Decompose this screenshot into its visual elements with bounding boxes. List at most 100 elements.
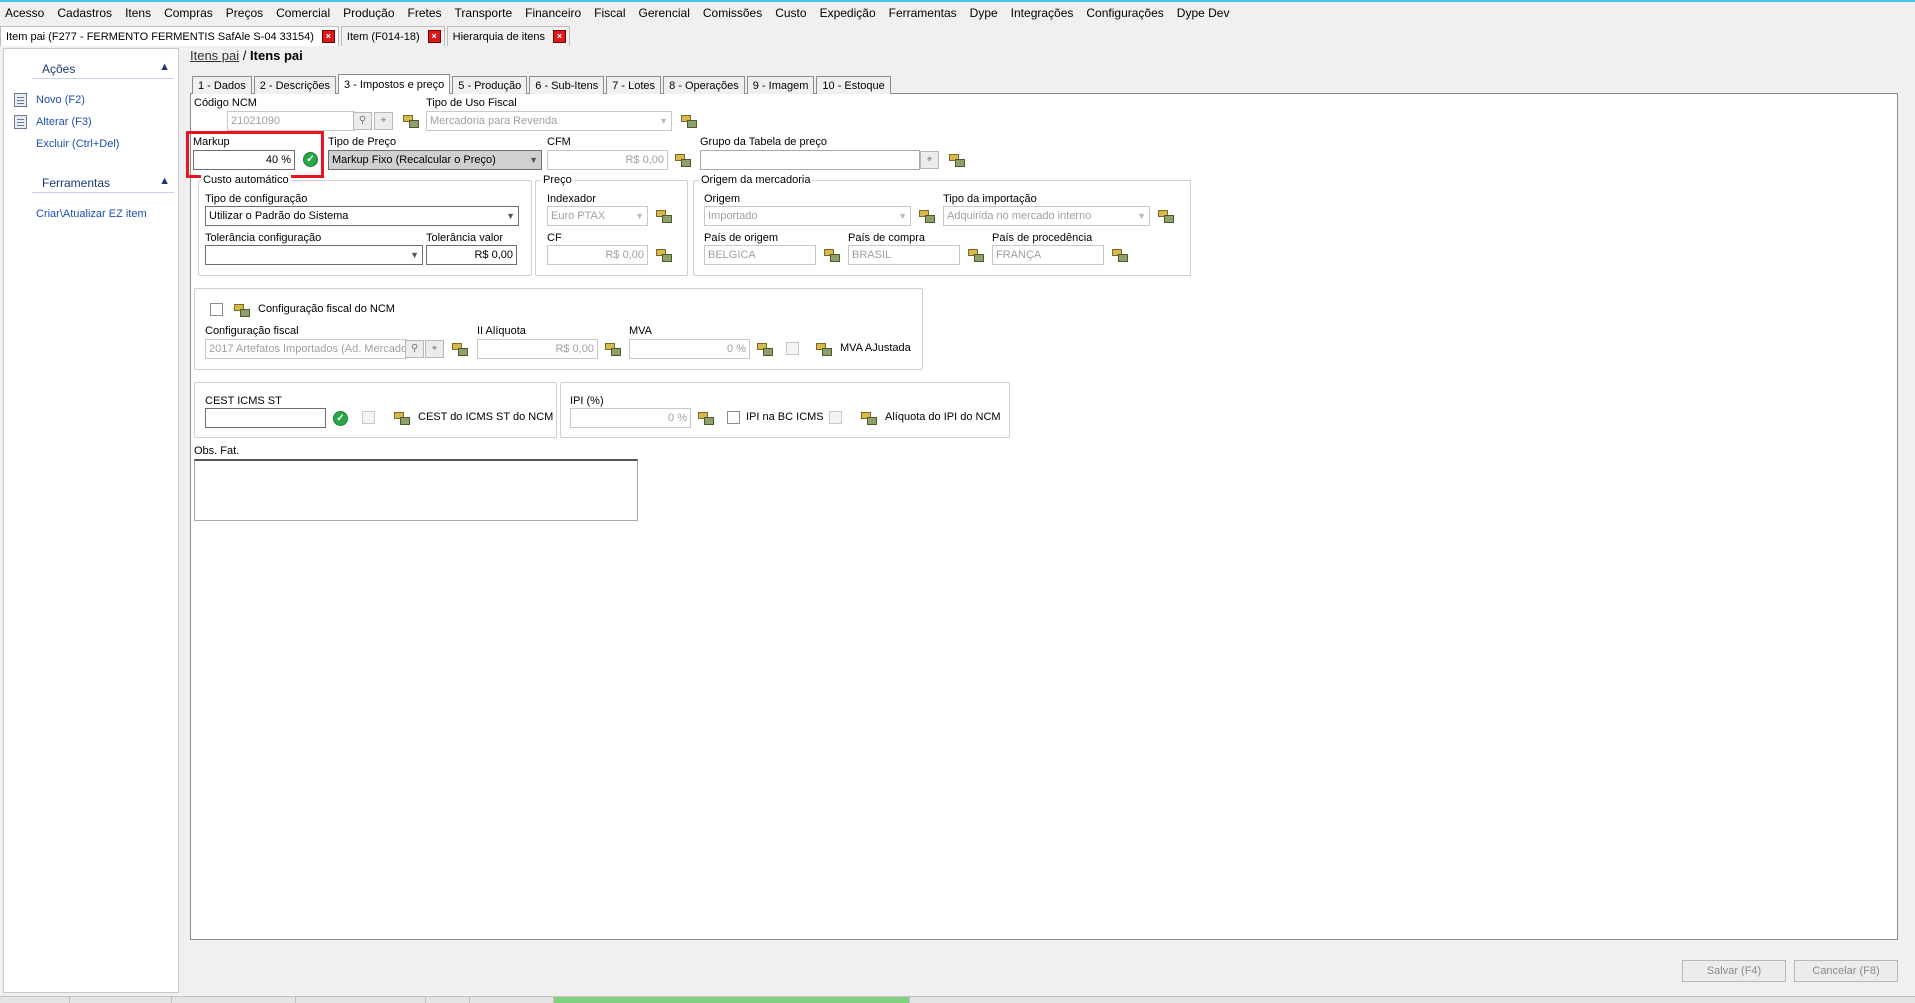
pais-procedencia-label: País de procedência	[992, 232, 1093, 244]
wrench-tool-icon[interactable]	[234, 303, 250, 317]
cest-ncm-checkbox[interactable]	[362, 411, 375, 424]
tab-dados[interactable]: 1 - Dados	[192, 76, 252, 94]
wrench-tool-icon[interactable]	[656, 248, 672, 262]
codigo-ncm-field[interactable]: 21021090	[227, 111, 355, 131]
close-icon[interactable]: ×	[553, 30, 566, 43]
wrench-tool-icon[interactable]	[1158, 209, 1174, 223]
alterar-action[interactable]: Alterar (F3)	[36, 116, 92, 128]
menu-ferramentas[interactable]: Ferramentas	[884, 6, 965, 20]
cf-field[interactable]: R$ 0,00	[547, 245, 648, 265]
wrench-tool-icon[interactable]	[816, 342, 832, 356]
tab-producao[interactable]: 5 - Produção	[452, 76, 528, 94]
aliquota-ipi-ncm-checkbox[interactable]	[829, 411, 842, 424]
wrench-tool-icon[interactable]	[698, 411, 714, 425]
tab-impostos-preco[interactable]: 3 - Impostos e preço	[338, 74, 451, 94]
tipo-preco-select[interactable]: Markup Fixo (Recalcular o Preço) ▼	[328, 150, 542, 170]
menu-itens[interactable]: Itens	[120, 6, 159, 20]
tab-lotes[interactable]: 7 - Lotes	[606, 76, 662, 94]
pais-origem-field[interactable]: BELGICA	[704, 245, 816, 265]
grupo-tabela-field[interactable]	[700, 150, 920, 170]
binoculars-icon[interactable]: ⌖	[920, 151, 939, 169]
menu-fretes[interactable]: Fretes	[403, 6, 450, 20]
menu-transporte[interactable]: Transporte	[450, 6, 521, 20]
cfm-field[interactable]: R$ 0,00	[547, 150, 668, 170]
config-fiscal-ncm-checkbox[interactable]	[210, 303, 223, 316]
wrench-tool-icon[interactable]	[452, 342, 468, 356]
doc-tab-item[interactable]: Item (F014-18) ×	[340, 26, 445, 46]
wrench-tool-icon[interactable]	[861, 411, 877, 425]
tipo-importacao-select[interactable]: Adquirida no mercado interno ▼	[943, 206, 1150, 226]
binoculars-icon[interactable]: ⌖	[374, 112, 393, 130]
obs-fat-textarea[interactable]	[194, 459, 638, 521]
menu-fiscal[interactable]: Fiscal	[589, 6, 633, 20]
magnifier-icon[interactable]: ⚲	[405, 340, 424, 358]
tolerancia-config-select[interactable]: ▼	[205, 245, 423, 265]
menu-precos[interactable]: Preços	[221, 6, 271, 20]
wrench-tool-icon[interactable]	[824, 248, 840, 262]
menu-expedicao[interactable]: Expedição	[815, 6, 884, 20]
tipo-config-select[interactable]: Utilizar o Padrão do Sistema ▼	[205, 206, 519, 226]
ipi-field[interactable]: 0 %	[570, 408, 691, 428]
tab-descricoes[interactable]: 2 - Descrições	[253, 76, 336, 94]
status-progress-segment	[554, 997, 910, 1003]
menu-comissoes[interactable]: Comissões	[698, 6, 770, 20]
close-icon[interactable]: ×	[321, 30, 335, 43]
wrench-tool-icon[interactable]	[919, 209, 935, 223]
breadcrumb-separator: /	[242, 48, 247, 63]
menu-dype-dev[interactable]: Dype Dev	[1172, 6, 1238, 20]
tolerancia-valor-field[interactable]: R$ 0,00	[426, 245, 517, 265]
wrench-tool-icon[interactable]	[605, 342, 621, 356]
wrench-tool-icon[interactable]	[656, 209, 672, 223]
save-button[interactable]: Salvar (F4)	[1682, 960, 1786, 982]
wrench-tool-icon[interactable]	[968, 248, 984, 262]
criar-ez-item-action[interactable]: Criar\Atualizar EZ item	[36, 208, 147, 220]
wrench-tool-icon[interactable]	[949, 153, 965, 167]
cest-field[interactable]	[205, 408, 326, 428]
menu-gerencial[interactable]: Gerencial	[634, 6, 698, 20]
ii-aliquota-field[interactable]: R$ 0,00	[477, 339, 598, 359]
close-icon[interactable]: ×	[427, 30, 441, 43]
novo-action[interactable]: Novo (F2)	[36, 94, 85, 106]
breadcrumb-link[interactable]: Itens pai	[190, 48, 239, 63]
menu-integracoes[interactable]: Integrações	[1006, 6, 1082, 20]
menu-comercial[interactable]: Comercial	[271, 6, 338, 20]
tab-imagem[interactable]: 9 - Imagem	[746, 76, 815, 94]
tipo-uso-fiscal-select[interactable]: Mercadoria para Revenda ▼	[426, 111, 672, 131]
menu-configuracoes[interactable]: Configurações	[1081, 6, 1171, 20]
doc-tab-item-pai[interactable]: Item pai (F277 - FERMENTO FERMENTIS SafA…	[0, 26, 339, 46]
acoes-section-header[interactable]: Ações ▲	[4, 59, 178, 79]
doc-tab-hierarquia[interactable]: Hierarquia de itens ×	[446, 26, 570, 46]
excluir-action[interactable]: Excluir (Ctrl+Del)	[36, 138, 119, 150]
wrench-tool-icon[interactable]	[394, 411, 410, 425]
menu-dype[interactable]: Dype	[965, 6, 1006, 20]
menu-cadastros[interactable]: Cadastros	[52, 6, 120, 20]
cancel-button[interactable]: Cancelar (F8)	[1794, 960, 1898, 982]
menu-producao[interactable]: Produção	[338, 6, 402, 20]
binoculars-icon[interactable]: ⌖	[425, 340, 444, 358]
menu-acesso[interactable]: Acesso	[0, 6, 52, 20]
menu-compras[interactable]: Compras	[159, 6, 221, 20]
menu-custo[interactable]: Custo	[770, 6, 814, 20]
origem-select[interactable]: Importado ▼	[704, 206, 911, 226]
tab-sub-itens[interactable]: 6 - Sub-Itens	[529, 76, 605, 94]
mva-field[interactable]: 0 %	[629, 339, 750, 359]
chevron-up-icon[interactable]: ▲	[159, 175, 170, 187]
wrench-tool-icon[interactable]	[675, 153, 691, 167]
mva-ajustada-checkbox[interactable]	[786, 342, 799, 355]
status-segment	[172, 997, 296, 1003]
menu-financeiro[interactable]: Financeiro	[520, 6, 589, 20]
ferramentas-section-header[interactable]: Ferramentas ▲	[4, 173, 178, 193]
wrench-tool-icon[interactable]	[1112, 248, 1128, 262]
pais-procedencia-field[interactable]: FRANÇA	[992, 245, 1104, 265]
pais-compra-field[interactable]: BRASIL	[848, 245, 960, 265]
wrench-tool-icon[interactable]	[403, 114, 419, 128]
chevron-up-icon[interactable]: ▲	[159, 61, 170, 73]
wrench-tool-icon[interactable]	[757, 342, 773, 356]
config-fiscal-field[interactable]: 2017 Artefatos Importados (Ad. Mercado I…	[205, 339, 407, 359]
indexador-select[interactable]: Euro PTAX ▼	[547, 206, 648, 226]
magnifier-icon[interactable]: ⚲	[353, 112, 372, 130]
tab-estoque[interactable]: 10 - Estoque	[816, 76, 891, 94]
wrench-tool-icon[interactable]	[681, 114, 697, 128]
ipi-bc-icms-checkbox[interactable]	[727, 411, 740, 424]
tab-operacoes[interactable]: 8 - Operações	[663, 76, 745, 94]
